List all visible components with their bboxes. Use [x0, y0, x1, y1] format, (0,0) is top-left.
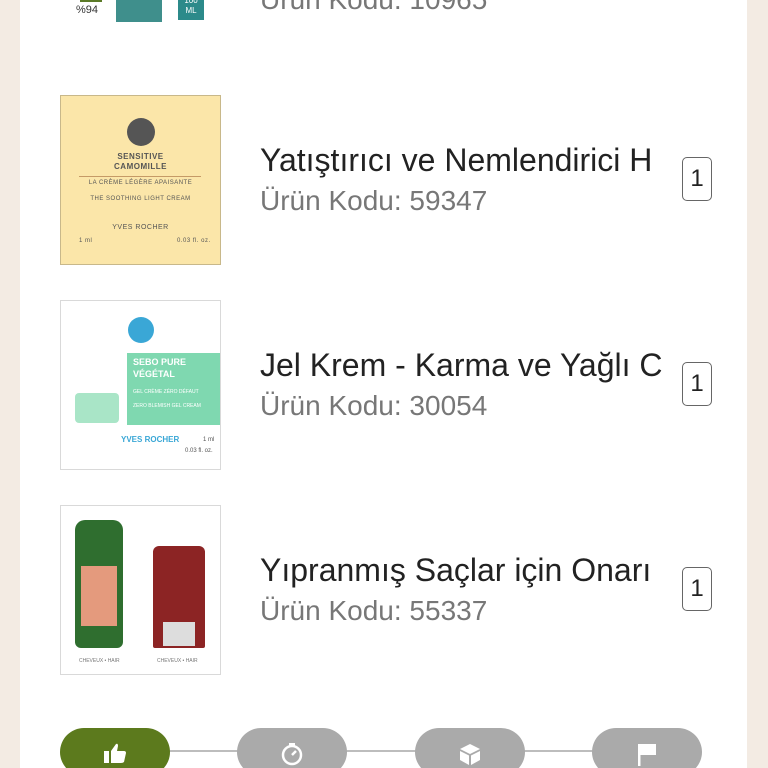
brand-logo-icon — [127, 118, 155, 146]
step-approved[interactable] — [60, 728, 170, 768]
thumb-text: ZERO BLEMISH GEL CREAM — [133, 403, 201, 409]
label-panel: SEBO PURE VÉGÉTAL GEL CRÈME ZÉRO DÉFAUT … — [127, 353, 220, 425]
step-shipped[interactable] — [415, 728, 525, 768]
thumb-text: CAMOMILLE — [114, 162, 167, 171]
quantity-badge[interactable]: 1 — [682, 567, 712, 611]
quantity-badge[interactable]: 1 — [682, 157, 712, 201]
box-icon — [460, 744, 480, 765]
product-row[interactable]: SENSITIVE CAMOMILLE LA CRÈME LÉGÈRE APAI… — [20, 95, 747, 267]
product-thumbnail: SEBO PURE VÉGÉTAL GEL CRÈME ZÉRO DÉFAUT … — [60, 300, 221, 470]
product-row[interactable]: CHEVEUX • HAIR CHEVEUX • HAIR Yıpranmış … — [20, 505, 747, 677]
thumb-oz: 0.03 fl. oz. — [177, 238, 211, 244]
jar-image — [75, 393, 119, 423]
thumbs-up-icon — [104, 743, 126, 763]
thumb-size: 1 ml — [79, 238, 93, 244]
timer-icon — [281, 743, 303, 766]
product-thumbnail: SENSITIVE CAMOMILLE LA CRÈME LÉGÈRE APAI… — [60, 95, 221, 265]
product-code: Ürün Kodu: 59347 — [260, 185, 488, 216]
thumb-text: CHEVEUX • HAIR — [157, 658, 198, 664]
product-title[interactable]: Yıpranmış Saçlar için Onarı — [260, 550, 665, 590]
divider — [79, 176, 201, 177]
order-status-stepper — [60, 728, 722, 768]
product-thumbnail: CHEVEUX • HAIR CHEVEUX • HAIR — [60, 505, 221, 675]
stepper-line — [160, 750, 640, 752]
thumb-text: SENSITIVE — [117, 152, 164, 161]
thumb-text: CHEVEUX • HAIR — [79, 658, 120, 664]
thumb-text: SEBO PURE — [133, 357, 187, 367]
order-card: 1 %94 100 ML Ürün Kodu: 10965 SENSITIVE … — [20, 0, 747, 768]
step-preparing[interactable] — [237, 728, 347, 768]
thumb-size: 1 ml — [203, 437, 215, 443]
product-row[interactable]: SEBO PURE VÉGÉTAL GEL CRÈME ZÉRO DÉFAUT … — [20, 300, 747, 472]
product-code: Ürün Kodu: 55337 — [260, 595, 488, 626]
percent-label: %94 — [76, 4, 99, 16]
thumb-brand: YVES ROCHER — [112, 224, 169, 231]
brand-logo-icon — [128, 317, 154, 343]
badge-number: 1 — [80, 0, 102, 2]
bottle-image — [116, 0, 162, 22]
product-title[interactable]: Jel Krem - Karma ve Yağlı C — [260, 345, 665, 385]
tube-cap — [163, 622, 195, 646]
product-title[interactable]: Yatıştırıcı ve Nemlendirici H — [260, 140, 665, 180]
volume-tag: 100 ML — [178, 0, 204, 20]
thumb-text: THE SOOTHING LIGHT CREAM — [90, 196, 191, 202]
product-code: Ürün Kodu: 10965 — [260, 0, 487, 18]
thumb-text: VÉGÉTAL — [133, 369, 175, 379]
flag-icon — [638, 744, 656, 766]
product-thumbnail: 1 %94 100 ML — [60, 0, 221, 52]
thumb-oz: 0.03 fl. oz. — [185, 448, 213, 454]
quantity-badge[interactable]: 1 — [682, 362, 712, 406]
step-delivered[interactable] — [592, 728, 702, 768]
thumb-text: LA CRÈME LÉGÈRE APAISANTE — [88, 180, 193, 186]
thumb-brand: YVES ROCHER — [121, 435, 180, 444]
bottle-label — [81, 566, 117, 626]
product-code: Ürün Kodu: 30054 — [260, 390, 488, 421]
thumb-text: GEL CRÈME ZÉRO DÉFAUT — [133, 389, 199, 395]
